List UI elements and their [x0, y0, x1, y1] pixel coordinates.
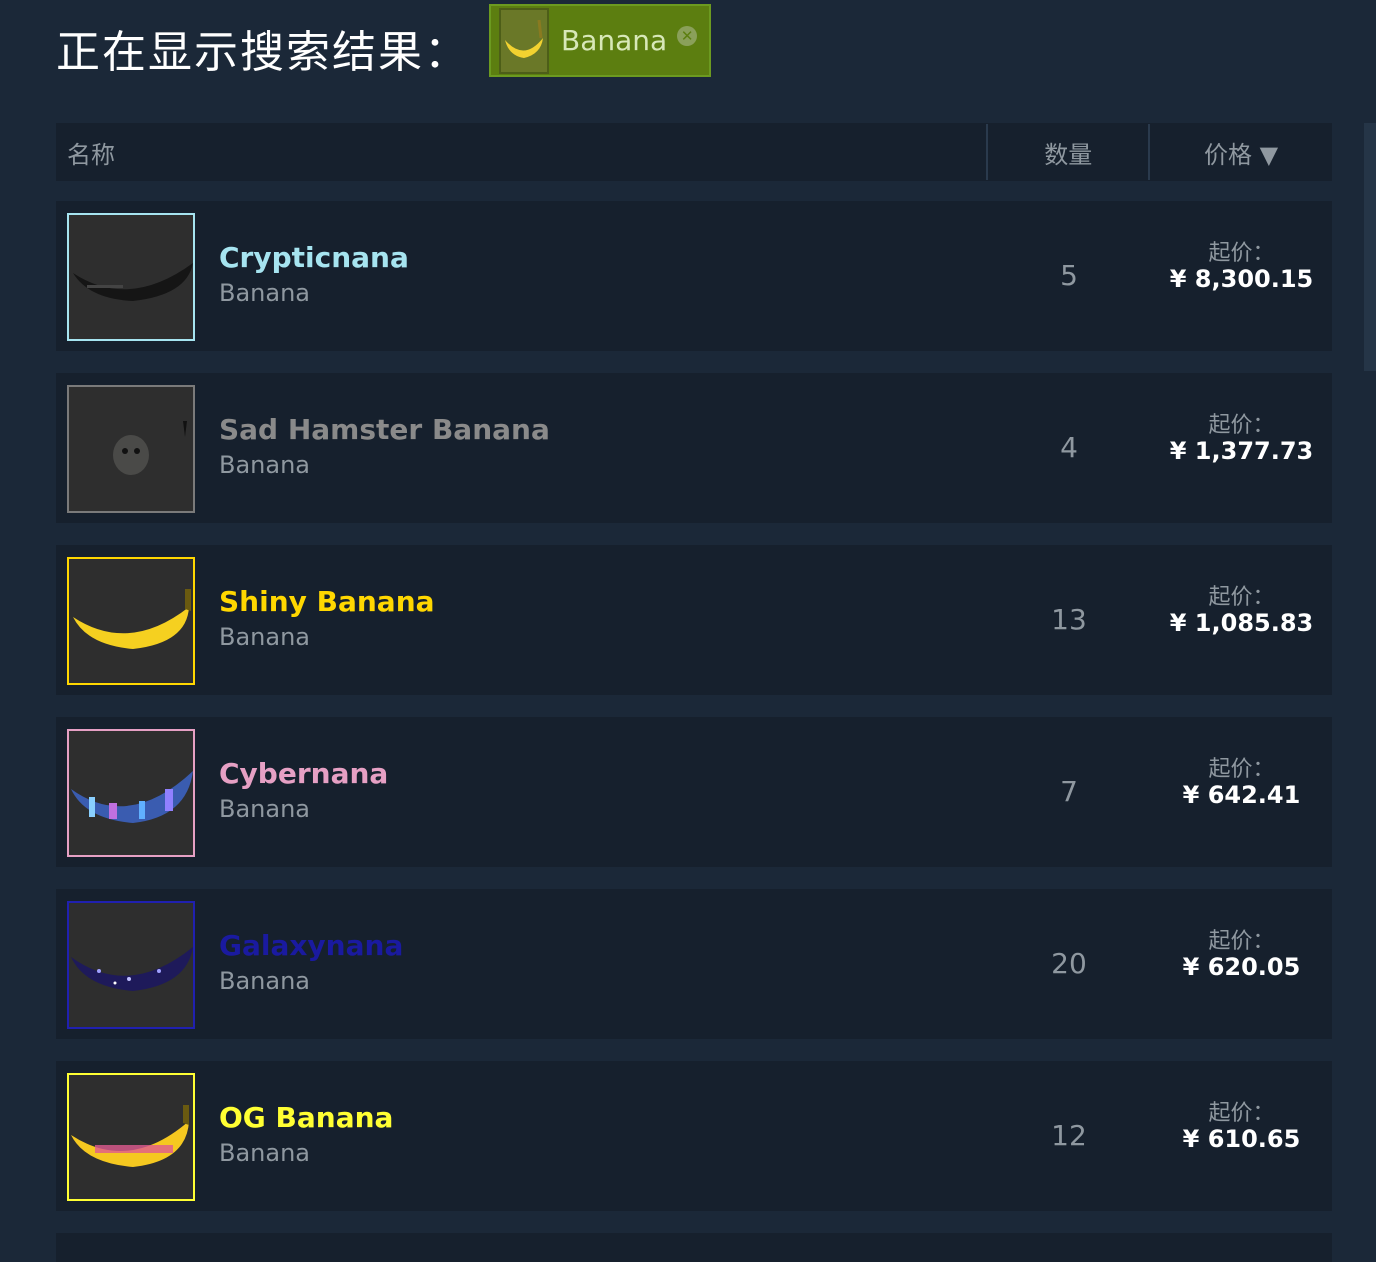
- item-quantity: 4: [1060, 431, 1078, 464]
- price-label: 起价：: [1208, 241, 1275, 266]
- item-game: Banana: [219, 451, 311, 479]
- item-name[interactable]: Crypticnana: [219, 241, 409, 274]
- item-price: ¥ 610.65: [1182, 1125, 1301, 1153]
- item-game: Banana: [219, 279, 311, 307]
- scrollbar[interactable]: [1364, 123, 1376, 371]
- item-game: Banana: [219, 795, 311, 823]
- item-quantity: 13: [1051, 603, 1087, 636]
- item-thumbnail: [67, 213, 195, 341]
- item-game: Banana: [219, 1139, 311, 1167]
- item-quantity: 7: [1060, 775, 1078, 808]
- close-circle-icon[interactable]: ✕: [677, 25, 698, 46]
- table-row[interactable]: [56, 1233, 1332, 1262]
- price-label: 起价：: [1208, 757, 1275, 782]
- price-label: 起价：: [1208, 585, 1275, 610]
- item-quantity: 12: [1051, 1119, 1087, 1152]
- item-price: ¥ 620.05: [1182, 953, 1301, 981]
- item-price: ¥ 8,300.15: [1169, 265, 1314, 293]
- item-game: Banana: [219, 967, 311, 995]
- item-thumbnail: [67, 729, 195, 857]
- price-label: 起价：: [1208, 1101, 1275, 1126]
- banana-game-icon: [499, 7, 549, 74]
- item-game: Banana: [219, 623, 311, 651]
- item-name[interactable]: Sad Hamster Banana: [219, 413, 550, 446]
- table-row[interactable]: Sad Hamster Banana Banana 4 起价： ¥ 1,377.…: [56, 373, 1332, 523]
- price-label: 起价：: [1208, 929, 1275, 954]
- table-row[interactable]: Crypticnana Banana 5 起价： ¥ 8,300.15: [56, 201, 1332, 351]
- item-price: ¥ 642.41: [1182, 781, 1301, 809]
- item-name[interactable]: Galaxynana: [219, 929, 403, 962]
- item-name[interactable]: Shiny Banana: [219, 585, 435, 618]
- column-header-quantity[interactable]: 数量: [988, 135, 1148, 170]
- table-row[interactable]: OG Banana Banana 12 起价： ¥ 610.65: [56, 1061, 1332, 1211]
- column-header-name[interactable]: 名称: [56, 135, 986, 170]
- price-label: 起价：: [1208, 413, 1275, 438]
- item-name[interactable]: Cybernana: [219, 757, 388, 790]
- filter-tag-label: Banana: [561, 24, 668, 57]
- filter-tag-banana[interactable]: Banana ✕: [489, 4, 711, 77]
- item-thumbnail: [67, 1073, 195, 1201]
- table-row[interactable]: Galaxynana Banana 20 起价： ¥ 620.05: [56, 889, 1332, 1039]
- item-price: ¥ 1,377.73: [1169, 437, 1314, 465]
- column-header-price-sort[interactable]: 价格 ▼: [1150, 135, 1332, 170]
- item-thumbnail: [67, 901, 195, 1029]
- item-quantity: 20: [1051, 947, 1087, 980]
- item-name[interactable]: OG Banana: [219, 1101, 393, 1134]
- search-results-title: 正在显示搜索结果：: [56, 27, 470, 78]
- item-thumbnail: [67, 385, 195, 513]
- market-search-page: 正在显示搜索结果： Banana ✕ 名称 数量 价格 ▼ Crypticnan…: [0, 0, 1376, 1262]
- table-row[interactable]: Shiny Banana Banana 13 起价： ¥ 1,085.83: [56, 545, 1332, 695]
- item-price: ¥ 1,085.83: [1169, 609, 1314, 637]
- results-table-header: 名称 数量 价格 ▼: [56, 123, 1332, 181]
- table-row[interactable]: Cybernana Banana 7 起价： ¥ 642.41: [56, 717, 1332, 867]
- item-thumbnail: [67, 557, 195, 685]
- item-quantity: 5: [1060, 259, 1078, 292]
